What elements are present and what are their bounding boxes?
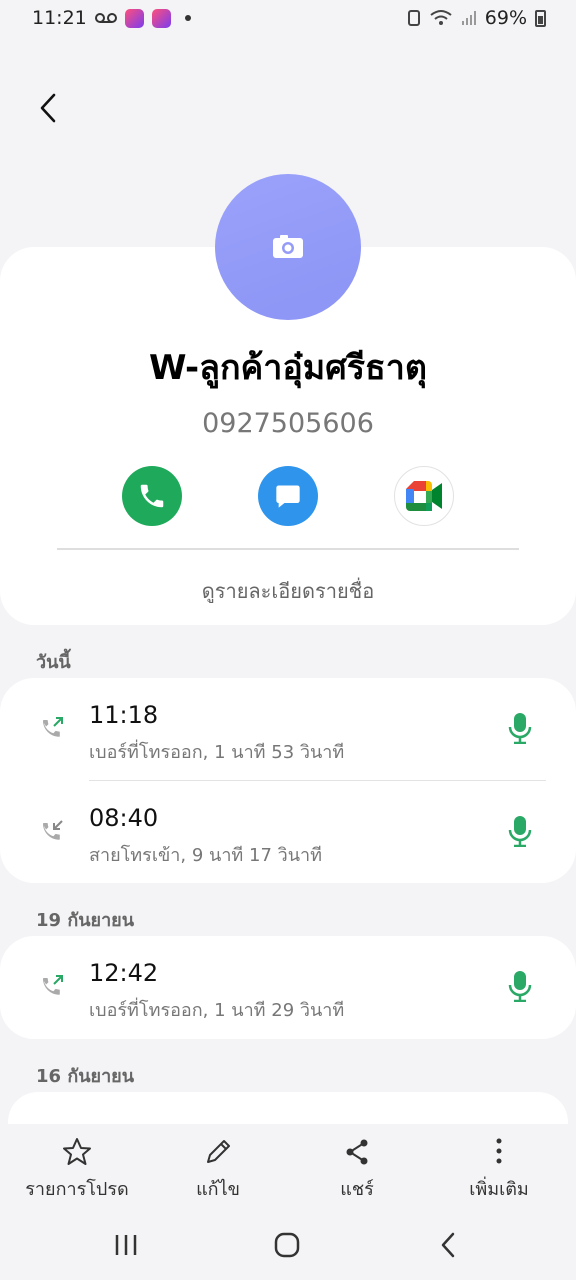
share-icon: [346, 1139, 368, 1165]
data-saver-icon: [407, 10, 420, 26]
phone-icon: [140, 484, 164, 508]
call-time: 11:18: [89, 701, 159, 729]
signal-icon: [461, 11, 476, 25]
outgoing-call-icon: [43, 975, 63, 995]
pencil-icon: [207, 1140, 230, 1163]
call-time: 08:40: [89, 804, 159, 832]
more-notifications-icon: [184, 15, 191, 21]
system-back-button[interactable]: [428, 1228, 468, 1262]
call-log-row[interactable]: 11:18 เบอร์ที่โทรออก, 1 นาที 53 วินาที: [0, 678, 576, 781]
recent-apps-button[interactable]: [106, 1228, 146, 1262]
edit-label: แก้ไข: [196, 1179, 240, 1200]
call-time: 12:42: [89, 959, 159, 987]
date-header-today: วันนี้: [36, 652, 71, 673]
call-log-row[interactable]: 08:40 สายโทรเข้า, 9 นาที 17 วินาที: [0, 781, 576, 884]
call-detail: สายโทรเข้า, 9 นาที 17 วินาที: [89, 845, 323, 866]
microphone-icon[interactable]: [506, 815, 534, 847]
contact-name: W-ลูกค้าอุ๋มศรีธาตุ: [149, 348, 427, 388]
more-label: เพิ่มเติม: [469, 1179, 529, 1200]
back-button[interactable]: [28, 88, 68, 128]
call-log-card: 11:18 เบอร์ที่โทรออก, 1 นาที 53 วินาที 0…: [0, 678, 576, 883]
lazada-icon: [151, 8, 171, 28]
home-button[interactable]: [267, 1228, 307, 1262]
share-label: แชร์: [340, 1179, 374, 1200]
view-contact-details-link[interactable]: ดูรายละเอียดรายชื่อ: [0, 575, 576, 607]
google-meet-icon: [406, 481, 442, 511]
date-header: 19 กันยายน: [36, 910, 135, 931]
chevron-left-icon: [40, 93, 56, 123]
call-button[interactable]: [122, 466, 182, 526]
more-button[interactable]: เพิ่มเติม: [429, 1136, 569, 1203]
call-detail: เบอร์ที่โทรออก, 1 นาที 29 วินาที: [89, 1000, 345, 1021]
battery-icon: [535, 9, 546, 27]
divider: [57, 548, 519, 550]
message-button[interactable]: [258, 466, 318, 526]
wifi-icon: [430, 10, 452, 25]
edit-button[interactable]: แก้ไข: [148, 1136, 288, 1203]
message-icon: [276, 485, 300, 508]
status-bar: 11:21 69%: [0, 0, 576, 36]
status-time: 11:21: [32, 7, 87, 29]
home-icon: [274, 1232, 300, 1258]
microphone-icon[interactable]: [506, 712, 534, 744]
microphone-icon[interactable]: [506, 970, 534, 1002]
call-log-row[interactable]: 12:42 เบอร์ที่โทรออก, 1 นาที 29 วินาที: [0, 936, 576, 1039]
date-header: 16 กันยายน: [36, 1066, 135, 1087]
bottom-action-bar: รายการโปรด แก้ไข แชร์ เพิ่มเติม: [0, 1124, 576, 1208]
system-nav-bar: [0, 1208, 576, 1280]
more-vertical-icon: [496, 1138, 502, 1164]
favorite-label: รายการโปรด: [25, 1179, 129, 1200]
back-arrow-icon: [441, 1232, 455, 1258]
battery-percent: 69%: [484, 7, 527, 29]
call-log-card: 12:42 เบอร์ที่โทรออก, 1 นาที 29 วินาที: [0, 936, 576, 1039]
lazada-icon: [124, 8, 144, 28]
share-button[interactable]: แชร์: [287, 1136, 427, 1203]
voicemail-icon: [94, 13, 117, 23]
call-detail: เบอร์ที่โทรออก, 1 นาที 53 วินาที: [89, 742, 345, 763]
incoming-call-icon: [43, 820, 63, 840]
google-meet-button[interactable]: [394, 466, 454, 526]
favorite-button[interactable]: รายการโปรด: [7, 1136, 147, 1203]
avatar[interactable]: [215, 174, 361, 320]
outgoing-call-icon: [43, 717, 63, 737]
recent-apps-icon: [115, 1235, 137, 1255]
contact-number: 0927505606: [202, 408, 374, 439]
camera-icon: [273, 235, 303, 258]
star-icon: [63, 1138, 91, 1165]
